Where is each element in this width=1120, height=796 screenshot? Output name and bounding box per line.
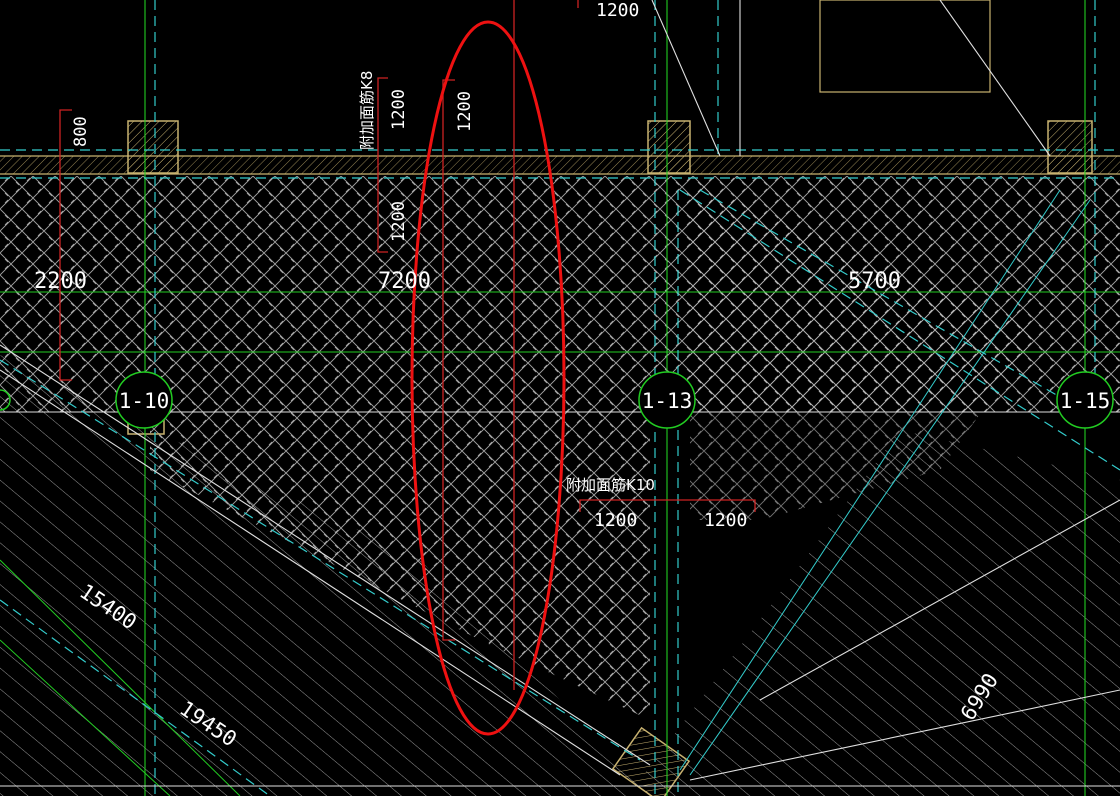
- axis-bubble-label: 1-10: [119, 389, 170, 413]
- axis-bubble-1-13[interactable]: 1-13: [638, 371, 696, 429]
- dim-rebar10-left: 1200: [594, 510, 637, 531]
- dim-left-800: 800: [71, 116, 91, 147]
- dim-mid-1200: 1200: [455, 91, 475, 132]
- axis-bubble-1-10[interactable]: 1-10: [115, 371, 173, 429]
- axis-bubble-label: 1-15: [1060, 389, 1111, 413]
- rebar-label-k10: 附加面筋K10: [566, 476, 655, 494]
- dim-span-5700: 5700: [848, 269, 901, 294]
- dim-rebar8-lower: 1200: [389, 201, 409, 242]
- axis-bubble-label: 1-13: [642, 389, 693, 413]
- axis-bubble-1-15[interactable]: 1-15: [1056, 371, 1114, 429]
- cad-drawing[interactable]: 1-10 1-13 1-15 1200 800 2200 7200 5700 1…: [0, 0, 1120, 796]
- rebar-label-k8: 附加面筋K8: [358, 71, 376, 150]
- dim-top-1200: 1200: [596, 0, 639, 21]
- dim-span-2200: 2200: [34, 269, 87, 294]
- dim-span-7200: 7200: [378, 269, 431, 294]
- cad-drawing-viewport[interactable]: 1-10 1-13 1-15 1200 800 2200 7200 5700 1…: [0, 0, 1120, 796]
- dim-rebar8-upper: 1200: [389, 89, 409, 130]
- dim-rebar10-right: 1200: [704, 510, 747, 531]
